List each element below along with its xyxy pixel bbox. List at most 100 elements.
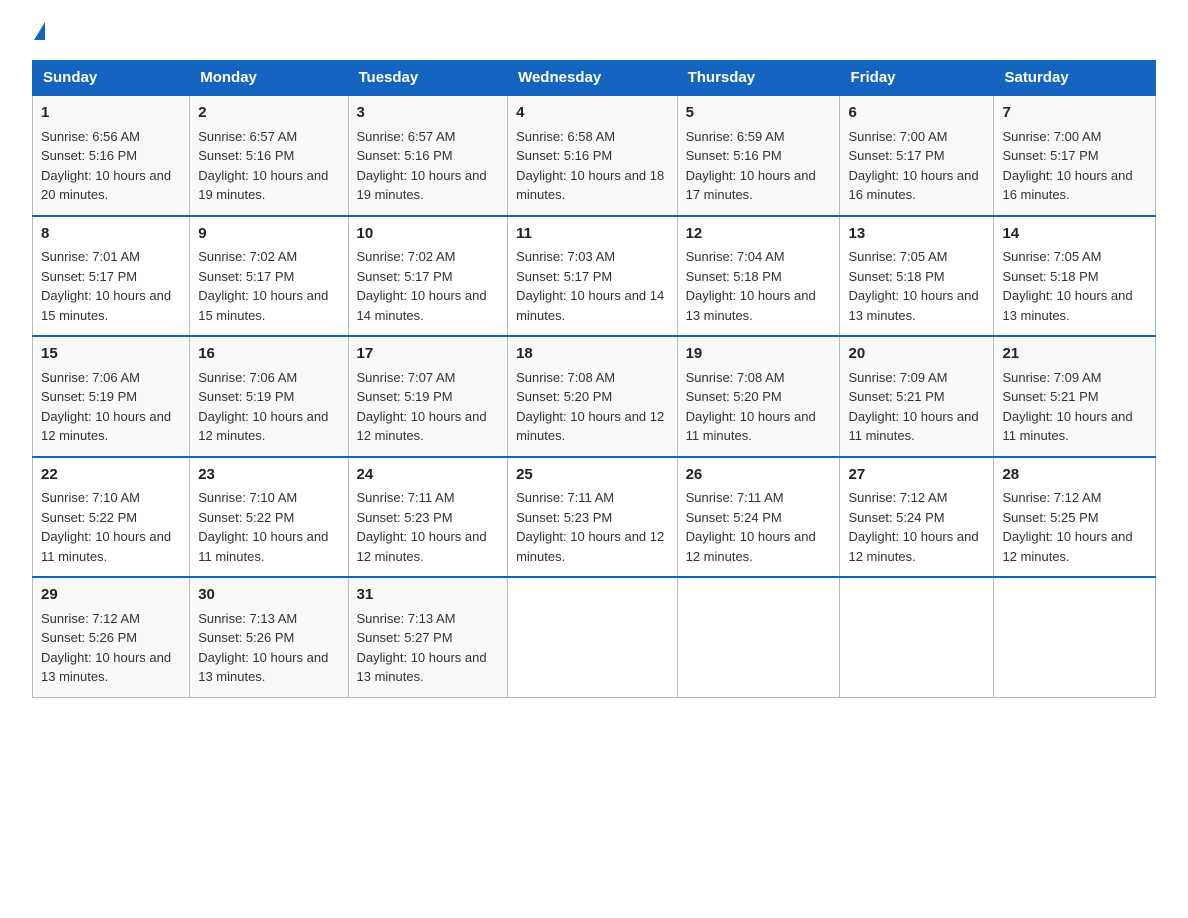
day-number: 13 [848, 223, 985, 246]
day-info: Sunrise: 6:56 AMSunset: 5:16 PMDaylight:… [41, 127, 181, 205]
calendar-cell [994, 577, 1156, 697]
day-number: 21 [1002, 343, 1147, 366]
calendar-cell: 20Sunrise: 7:09 AMSunset: 5:21 PMDayligh… [840, 336, 994, 457]
day-info: Sunrise: 7:09 AMSunset: 5:21 PMDaylight:… [1002, 368, 1147, 446]
header-day-thursday: Thursday [677, 61, 840, 96]
day-info: Sunrise: 7:11 AMSunset: 5:23 PMDaylight:… [357, 488, 500, 566]
calendar-cell: 6Sunrise: 7:00 AMSunset: 5:17 PMDaylight… [840, 95, 994, 216]
day-number: 25 [516, 464, 669, 487]
day-number: 10 [357, 223, 500, 246]
calendar-cell: 13Sunrise: 7:05 AMSunset: 5:18 PMDayligh… [840, 216, 994, 337]
calendar-cell: 28Sunrise: 7:12 AMSunset: 5:25 PMDayligh… [994, 457, 1156, 578]
day-info: Sunrise: 7:02 AMSunset: 5:17 PMDaylight:… [357, 247, 500, 325]
week-row-2: 8Sunrise: 7:01 AMSunset: 5:17 PMDaylight… [33, 216, 1156, 337]
day-info: Sunrise: 7:11 AMSunset: 5:23 PMDaylight:… [516, 488, 669, 566]
calendar-cell: 11Sunrise: 7:03 AMSunset: 5:17 PMDayligh… [508, 216, 678, 337]
day-info: Sunrise: 7:05 AMSunset: 5:18 PMDaylight:… [848, 247, 985, 325]
calendar-table: SundayMondayTuesdayWednesdayThursdayFrid… [32, 60, 1156, 698]
calendar-cell: 31Sunrise: 7:13 AMSunset: 5:27 PMDayligh… [348, 577, 508, 697]
day-info: Sunrise: 7:10 AMSunset: 5:22 PMDaylight:… [198, 488, 339, 566]
day-number: 14 [1002, 223, 1147, 246]
day-info: Sunrise: 7:13 AMSunset: 5:27 PMDaylight:… [357, 609, 500, 687]
calendar-cell: 21Sunrise: 7:09 AMSunset: 5:21 PMDayligh… [994, 336, 1156, 457]
day-info: Sunrise: 7:09 AMSunset: 5:21 PMDaylight:… [848, 368, 985, 446]
day-info: Sunrise: 7:08 AMSunset: 5:20 PMDaylight:… [516, 368, 669, 446]
day-number: 28 [1002, 464, 1147, 487]
day-number: 11 [516, 223, 669, 246]
calendar-cell: 9Sunrise: 7:02 AMSunset: 5:17 PMDaylight… [190, 216, 348, 337]
calendar-cell: 7Sunrise: 7:00 AMSunset: 5:17 PMDaylight… [994, 95, 1156, 216]
day-info: Sunrise: 7:02 AMSunset: 5:17 PMDaylight:… [198, 247, 339, 325]
day-info: Sunrise: 7:13 AMSunset: 5:26 PMDaylight:… [198, 609, 339, 687]
page-header [32, 24, 1156, 42]
week-row-1: 1Sunrise: 6:56 AMSunset: 5:16 PMDaylight… [33, 95, 1156, 216]
day-info: Sunrise: 7:06 AMSunset: 5:19 PMDaylight:… [198, 368, 339, 446]
day-info: Sunrise: 7:03 AMSunset: 5:17 PMDaylight:… [516, 247, 669, 325]
day-info: Sunrise: 7:00 AMSunset: 5:17 PMDaylight:… [1002, 127, 1147, 205]
calendar-cell: 22Sunrise: 7:10 AMSunset: 5:22 PMDayligh… [33, 457, 190, 578]
day-number: 26 [686, 464, 832, 487]
week-row-3: 15Sunrise: 7:06 AMSunset: 5:19 PMDayligh… [33, 336, 1156, 457]
day-number: 19 [686, 343, 832, 366]
day-info: Sunrise: 7:06 AMSunset: 5:19 PMDaylight:… [41, 368, 181, 446]
calendar-cell: 18Sunrise: 7:08 AMSunset: 5:20 PMDayligh… [508, 336, 678, 457]
day-info: Sunrise: 7:12 AMSunset: 5:24 PMDaylight:… [848, 488, 985, 566]
day-info: Sunrise: 6:57 AMSunset: 5:16 PMDaylight:… [198, 127, 339, 205]
day-number: 4 [516, 102, 669, 125]
day-number: 12 [686, 223, 832, 246]
calendar-cell: 30Sunrise: 7:13 AMSunset: 5:26 PMDayligh… [190, 577, 348, 697]
day-number: 17 [357, 343, 500, 366]
calendar-cell: 23Sunrise: 7:10 AMSunset: 5:22 PMDayligh… [190, 457, 348, 578]
calendar-header-row: SundayMondayTuesdayWednesdayThursdayFrid… [33, 61, 1156, 96]
day-info: Sunrise: 7:10 AMSunset: 5:22 PMDaylight:… [41, 488, 181, 566]
calendar-cell: 17Sunrise: 7:07 AMSunset: 5:19 PMDayligh… [348, 336, 508, 457]
day-info: Sunrise: 7:12 AMSunset: 5:26 PMDaylight:… [41, 609, 181, 687]
day-number: 6 [848, 102, 985, 125]
calendar-cell: 3Sunrise: 6:57 AMSunset: 5:16 PMDaylight… [348, 95, 508, 216]
day-number: 5 [686, 102, 832, 125]
calendar-cell: 26Sunrise: 7:11 AMSunset: 5:24 PMDayligh… [677, 457, 840, 578]
day-number: 3 [357, 102, 500, 125]
day-number: 22 [41, 464, 181, 487]
day-number: 9 [198, 223, 339, 246]
header-day-monday: Monday [190, 61, 348, 96]
day-info: Sunrise: 6:59 AMSunset: 5:16 PMDaylight:… [686, 127, 832, 205]
day-number: 29 [41, 584, 181, 607]
calendar-cell: 19Sunrise: 7:08 AMSunset: 5:20 PMDayligh… [677, 336, 840, 457]
header-day-tuesday: Tuesday [348, 61, 508, 96]
calendar-cell: 12Sunrise: 7:04 AMSunset: 5:18 PMDayligh… [677, 216, 840, 337]
logo-triangle-icon [34, 22, 45, 40]
day-number: 2 [198, 102, 339, 125]
day-number: 23 [198, 464, 339, 487]
logo [32, 24, 45, 42]
calendar-cell: 10Sunrise: 7:02 AMSunset: 5:17 PMDayligh… [348, 216, 508, 337]
day-number: 1 [41, 102, 181, 125]
day-number: 18 [516, 343, 669, 366]
calendar-cell: 15Sunrise: 7:06 AMSunset: 5:19 PMDayligh… [33, 336, 190, 457]
header-day-friday: Friday [840, 61, 994, 96]
calendar-cell [508, 577, 678, 697]
day-info: Sunrise: 7:05 AMSunset: 5:18 PMDaylight:… [1002, 247, 1147, 325]
calendar-cell: 8Sunrise: 7:01 AMSunset: 5:17 PMDaylight… [33, 216, 190, 337]
day-number: 7 [1002, 102, 1147, 125]
day-info: Sunrise: 6:58 AMSunset: 5:16 PMDaylight:… [516, 127, 669, 205]
calendar-cell: 29Sunrise: 7:12 AMSunset: 5:26 PMDayligh… [33, 577, 190, 697]
day-number: 16 [198, 343, 339, 366]
day-info: Sunrise: 7:04 AMSunset: 5:18 PMDaylight:… [686, 247, 832, 325]
day-info: Sunrise: 7:12 AMSunset: 5:25 PMDaylight:… [1002, 488, 1147, 566]
day-info: Sunrise: 7:01 AMSunset: 5:17 PMDaylight:… [41, 247, 181, 325]
week-row-4: 22Sunrise: 7:10 AMSunset: 5:22 PMDayligh… [33, 457, 1156, 578]
calendar-cell: 5Sunrise: 6:59 AMSunset: 5:16 PMDaylight… [677, 95, 840, 216]
header-day-sunday: Sunday [33, 61, 190, 96]
week-row-5: 29Sunrise: 7:12 AMSunset: 5:26 PMDayligh… [33, 577, 1156, 697]
day-number: 27 [848, 464, 985, 487]
calendar-cell: 1Sunrise: 6:56 AMSunset: 5:16 PMDaylight… [33, 95, 190, 216]
day-number: 24 [357, 464, 500, 487]
calendar-cell: 4Sunrise: 6:58 AMSunset: 5:16 PMDaylight… [508, 95, 678, 216]
calendar-cell: 24Sunrise: 7:11 AMSunset: 5:23 PMDayligh… [348, 457, 508, 578]
calendar-cell: 2Sunrise: 6:57 AMSunset: 5:16 PMDaylight… [190, 95, 348, 216]
header-day-wednesday: Wednesday [508, 61, 678, 96]
day-number: 15 [41, 343, 181, 366]
day-number: 8 [41, 223, 181, 246]
day-info: Sunrise: 6:57 AMSunset: 5:16 PMDaylight:… [357, 127, 500, 205]
